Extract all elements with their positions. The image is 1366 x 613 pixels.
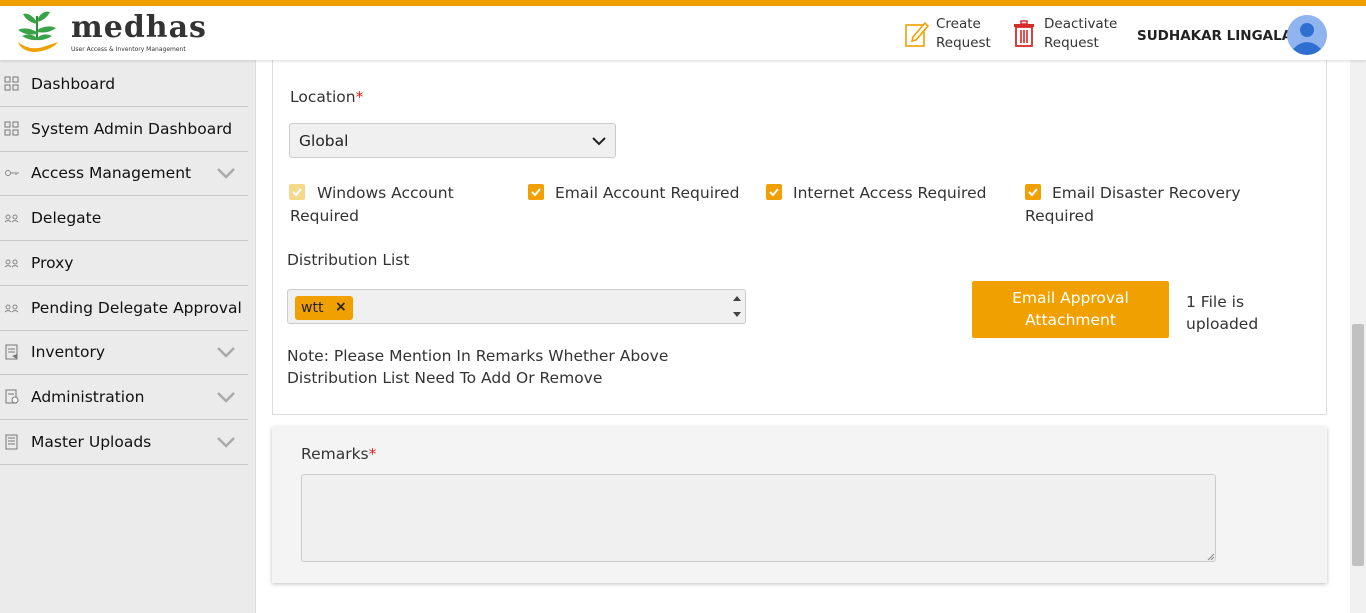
required-mark: * [368,445,377,463]
create-request-label-1: Create [936,16,981,32]
upload-status-text: 1 File is uploaded [1186,293,1259,333]
sidebar-item-label: Pending Delegate Approval [31,299,242,317]
grid-icon [4,76,19,91]
sidebar-item-master-uploads[interactable]: Master Uploads [0,420,248,465]
location-label: Location* [290,88,363,106]
grid-icon [4,121,19,136]
check-icon [531,188,541,197]
sidebar-item-inventory[interactable]: Inventory [0,330,248,375]
settings-doc-icon [5,389,19,404]
chevron-down-icon[interactable] [216,391,236,403]
user-avatar-icon [1287,15,1327,55]
internet-access-label: Internet Access Required [793,184,987,202]
clipboard-icon [5,344,18,360]
sidebar-item-label: Proxy [31,254,74,272]
user-avatar[interactable] [1287,15,1327,55]
sidebar-item-delegate[interactable]: Delegate [0,196,248,241]
windows-account-label: Windows Account Required [290,184,454,225]
create-request-icon [905,21,930,47]
chevron-down-icon[interactable] [216,167,236,179]
location-label-text: Location [290,88,356,106]
resize-grip-icon[interactable] [1206,552,1215,561]
deactivate-request-label-1: Deactivate [1044,16,1118,32]
sidebar-item-access-management[interactable]: Access Management [0,151,248,196]
check-icon [769,188,779,197]
users-icon [4,304,19,313]
logo-plant-icon [18,11,58,52]
tag-remove-icon[interactable]: × [335,299,347,315]
chevron-down-icon [592,137,606,146]
remarks-label-text: Remarks [301,445,369,463]
required-mark: * [355,88,364,106]
logo-tagline: User Access & Inventory Management [71,46,186,53]
create-request-label-2: Request [936,35,991,51]
sidebar-item-proxy[interactable]: Proxy [0,241,248,286]
sidebar-item-administration[interactable]: Administration [0,375,248,420]
deactivate-request-button[interactable]: Deactivate Request [1012,14,1117,54]
spinner-arrows-icon[interactable] [732,293,742,320]
distribution-tag: wtt × [295,296,353,320]
chevron-down-icon[interactable] [216,436,236,448]
remarks-textarea[interactable] [301,474,1216,562]
chevron-down-icon[interactable] [216,346,236,358]
sidebar-item-label: Administration [31,388,145,406]
email-approval-attachment-button[interactable]: Email Approval Attachment [972,281,1169,338]
distribution-tag-label: wtt [301,300,324,316]
trash-icon [1014,20,1034,47]
page-scrollbar-thumb[interactable] [1352,324,1364,566]
logo-wordmark: medhas [71,10,207,45]
deactivate-request-label-2: Request [1044,35,1099,51]
distribution-note: Note: Please Mention In Remarks Whether … [287,347,669,387]
key-icon [5,170,19,176]
app-header: medhas User Access & Inventory Managemen… [0,6,1366,60]
location-select-value: Global [299,132,349,150]
sidebar-item-label: Master Uploads [31,433,152,451]
sidebar-item-system-admin-dashboard[interactable]: System Admin Dashboard [0,107,248,152]
sidebar-item-pending-delegate-approval[interactable]: Pending Delegate Approval [0,286,248,331]
email-account-label: Email Account Required [555,184,740,202]
sidebar-item-label: Inventory [31,343,106,361]
remarks-label: Remarks* [301,445,376,463]
sidebar-item-dashboard[interactable]: Dashboard [0,62,248,107]
users-icon [4,214,19,223]
distribution-list-label: Distribution List [287,251,410,269]
users-icon [4,259,19,268]
sidebar-item-label: Dashboard [31,75,116,93]
internet-access-checkbox[interactable] [766,184,782,200]
email-account-checkbox[interactable] [528,184,544,200]
create-request-button[interactable]: Create Request [904,14,991,54]
email-disaster-recovery-label: Email Disaster Recovery Required [1025,184,1241,225]
sidebar-item-label: Delegate [31,209,102,227]
user-name[interactable]: SUDHAKAR LINGALA [1137,28,1292,44]
document-icon [5,434,18,450]
sidebar-item-label: Access Management [31,164,192,182]
sidebar-item-label: System Admin Dashboard [31,120,233,138]
distribution-list-select[interactable]: wtt × [287,289,746,324]
sidebar-nav: Dashboard System Admin Dashboard Access … [0,60,256,613]
location-select[interactable]: Global [289,123,616,158]
medhas-logo[interactable]: medhas User Access & Inventory Managemen… [12,8,206,58]
